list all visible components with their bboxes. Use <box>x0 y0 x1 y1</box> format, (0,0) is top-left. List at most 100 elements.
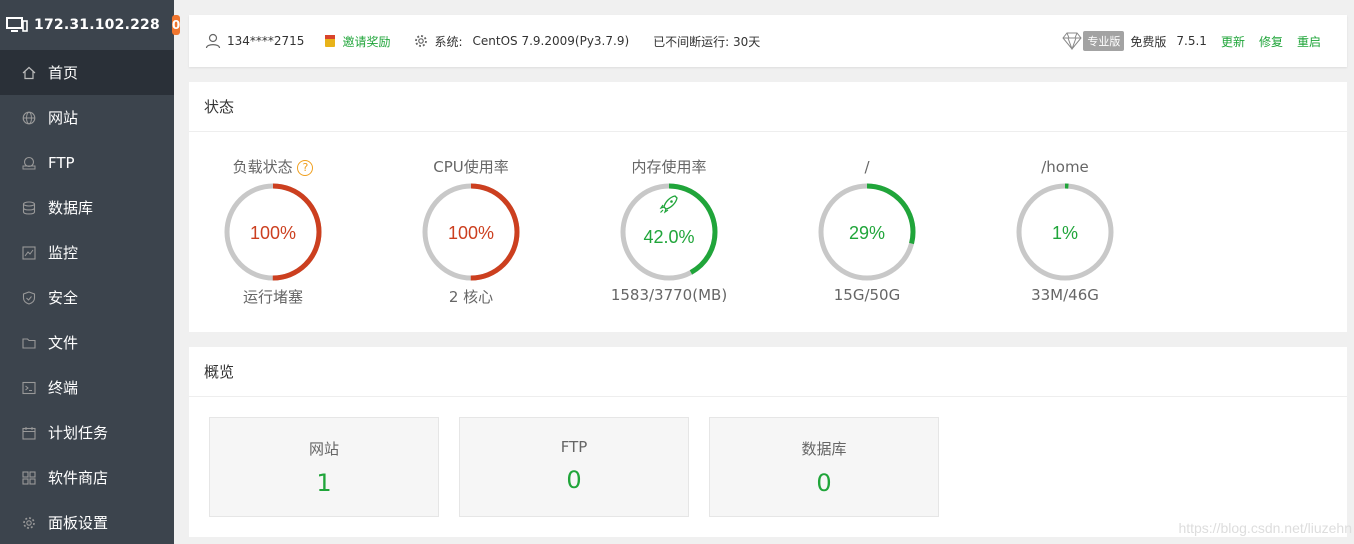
shield-icon <box>22 290 36 305</box>
sidebar: 172.31.102.228 0 首页 网站 FTP 数据库 监控 安全 文件 … <box>0 0 181 544</box>
gauge-value: 100% <box>448 223 494 243</box>
user-icon <box>205 33 221 49</box>
gauge-value: 100% <box>250 223 296 243</box>
sidebar-item-monitor[interactable]: 监控 <box>0 230 174 275</box>
gauge-title: / <box>864 158 870 176</box>
sidebar-item-store[interactable]: 软件商店 <box>0 455 174 500</box>
sidebar-item-label: 安全 <box>48 289 79 307</box>
gauge-footer: 15G/50G <box>833 286 901 304</box>
repair-button[interactable]: 修复 <box>1259 33 1283 50</box>
system-value: CentOS 7.9.2009(Py3.7.9) <box>472 34 630 48</box>
sidebar-item-files[interactable]: 文件 <box>0 320 174 365</box>
gauge-value: 42.0% <box>643 227 694 247</box>
sidebar-item-home[interactable]: 首页 <box>0 50 174 95</box>
sidebar-item-database[interactable]: 数据库 <box>0 185 174 230</box>
sidebar-item-label: 面板设置 <box>48 514 109 532</box>
gear-icon <box>415 35 428 47</box>
overview-count: 0 <box>566 466 582 494</box>
server-ip: 172.31.102.228 <box>34 17 160 33</box>
sidebar-item-cron[interactable]: 计划任务 <box>0 410 174 455</box>
top-bar: 134****2715 邀请奖励 系统: CentOS 7.9.2009(Py3… <box>189 15 1347 67</box>
sidebar-item-label: 网站 <box>48 109 79 127</box>
gauge-value: 29% <box>849 223 885 243</box>
update-button[interactable]: 更新 <box>1221 33 1245 50</box>
gauge-footer: 运行堵塞 <box>242 288 303 306</box>
gauge-ring: 100% <box>422 183 520 281</box>
terminal-icon <box>22 381 36 395</box>
message-badge[interactable]: 0 <box>171 15 181 35</box>
overview-count: 1 <box>316 469 332 497</box>
database-icon <box>22 200 36 215</box>
sidebar-item-label: 终端 <box>48 379 79 397</box>
gauge-disk-home[interactable]: /home 1% 33M/46G <box>995 156 1135 304</box>
globe-icon <box>22 111 36 125</box>
ftp-icon <box>22 156 36 170</box>
gauge-title: /home <box>1041 158 1089 176</box>
system-label: 系统: <box>434 34 463 49</box>
calendar-icon <box>22 426 36 440</box>
sidebar-menu: 首页 网站 FTP 数据库 监控 安全 文件 终端 计划任务 软件商店 面板设置 <box>0 50 174 544</box>
help-icon[interactable]: ? <box>297 159 314 176</box>
watermark: https://blog.csdn.net/liuzehn <box>1178 520 1352 536</box>
restart-button[interactable]: 重启 <box>1297 33 1321 50</box>
user-info[interactable]: 134****2715 <box>205 33 304 49</box>
gift-icon <box>325 35 336 47</box>
monitor-icon <box>6 16 28 34</box>
overview-count: 0 <box>816 469 832 497</box>
overview-ftp-card[interactable]: FTP 0 <box>459 417 689 517</box>
diamond-icon <box>1062 32 1083 50</box>
apps-icon <box>22 470 36 485</box>
gauge-title: 内存使用率 <box>631 158 707 176</box>
sidebar-item-label: 计划任务 <box>48 424 109 442</box>
gear-icon <box>22 516 36 530</box>
version-area: 专业版 免费版 7.5.1 更新 修复 重启 <box>1061 15 1321 67</box>
gauge-memory[interactable]: 内存使用率 42.0% 1583/3770(MB) <box>599 156 739 304</box>
username: 134****2715 <box>227 34 305 48</box>
gauge-ring: 42.0% <box>620 183 718 281</box>
sidebar-item-label: FTP <box>48 153 75 172</box>
sidebar-item-security[interactable]: 安全 <box>0 275 174 320</box>
uptime: 已不间断运行: 30天 <box>653 33 760 50</box>
uptime-text: 已不间断运行: 30天 <box>653 34 761 49</box>
gauge-load[interactable]: 负载状态 ? 100% 运行堵塞 <box>203 156 343 307</box>
server-header[interactable]: 172.31.102.228 0 <box>0 0 181 50</box>
invite-reward-label: 邀请奖励 <box>342 34 391 49</box>
gauge-disk-root[interactable]: / 29% 15G/50G <box>797 156 937 304</box>
gauge-title: 负载状态 <box>232 158 293 176</box>
gauge-footer: 33M/46G <box>1031 286 1099 304</box>
folder-icon <box>22 336 36 350</box>
overview-website-card[interactable]: 网站 1 <box>209 417 439 517</box>
status-title: 状态 <box>189 82 1347 132</box>
monitor-chart-icon <box>22 245 36 260</box>
sidebar-item-settings[interactable]: 面板设置 <box>0 500 174 544</box>
gauge-footer: 1583/3770(MB) <box>610 286 728 304</box>
overview-panel: 概览 网站 1 FTP 0 数据库 0 <box>189 347 1347 537</box>
rocket-icon[interactable] <box>659 195 678 214</box>
sidebar-item-label: 首页 <box>48 64 79 82</box>
sidebar-item-label: 数据库 <box>48 199 94 217</box>
overview-title: 概览 <box>189 347 1347 397</box>
gauge-title: CPU使用率 <box>433 158 509 176</box>
home-icon <box>22 66 36 80</box>
version-number: 7.5.1 <box>1176 34 1207 48</box>
gauge-footer: 2 核心 <box>448 288 494 306</box>
sidebar-item-label: 监控 <box>48 244 79 262</box>
gauge-ring: 29% <box>818 183 916 281</box>
sidebar-item-terminal[interactable]: 终端 <box>0 365 174 410</box>
overview-label: 网站 <box>308 440 339 458</box>
system-info: 系统: CentOS 7.9.2009(Py3.7.9) <box>414 33 629 50</box>
pro-edition-tag[interactable]: 专业版 <box>1083 31 1125 51</box>
gauge-ring: 1% <box>1016 183 1114 281</box>
status-panel: 状态 负载状态 ? 100% 运行堵塞 CPU使用率 100% 2 核心 内存使… <box>189 82 1347 332</box>
sidebar-item-label: 软件商店 <box>48 469 109 487</box>
overview-label: FTP <box>560 438 588 456</box>
gauge-ring: 100% <box>224 183 322 281</box>
overview-database-card[interactable]: 数据库 0 <box>709 417 939 517</box>
sidebar-item-label: 文件 <box>48 334 79 352</box>
gauge-value: 1% <box>1052 223 1078 243</box>
gauge-cpu[interactable]: CPU使用率 100% 2 核心 <box>401 156 541 307</box>
sidebar-item-website[interactable]: 网站 <box>0 95 174 140</box>
sidebar-item-ftp[interactable]: FTP <box>0 140 174 185</box>
edition-label: 免费版 <box>1130 34 1167 49</box>
invite-reward-link[interactable]: 邀请奖励 <box>324 33 390 50</box>
